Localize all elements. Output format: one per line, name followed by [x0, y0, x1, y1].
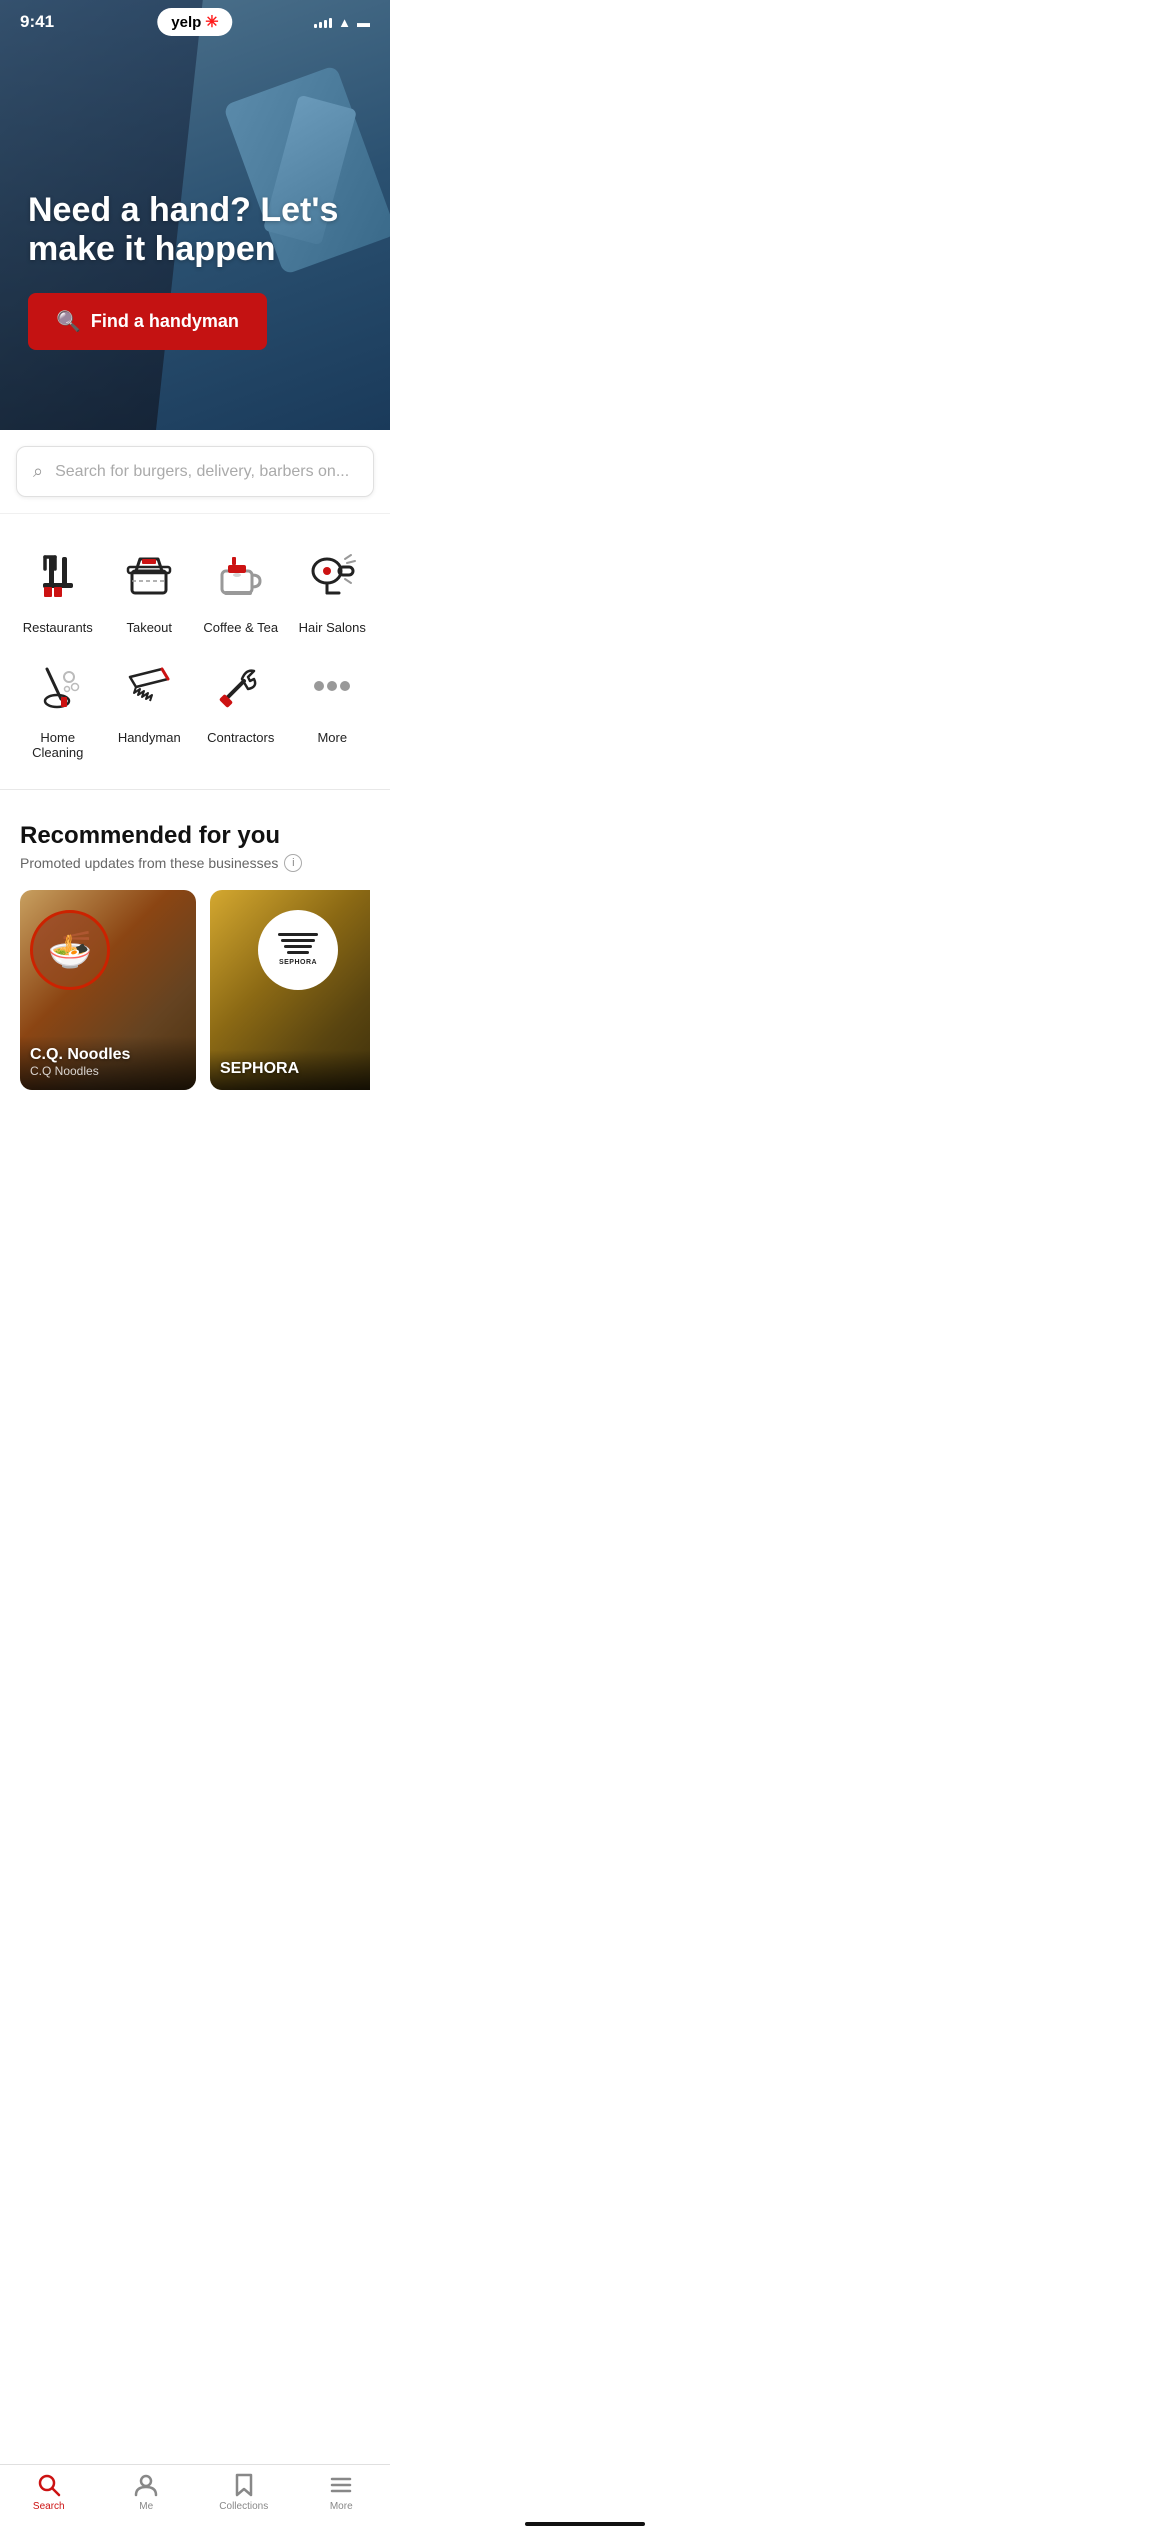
sephora-stripe-2 [281, 939, 315, 942]
nav-me-label: Me [139, 2501, 153, 2512]
hair-icon-wrap [298, 542, 366, 610]
sephora-logo-circle: SEPHORA [258, 910, 338, 990]
category-grid: Restaurants Takeout [16, 542, 374, 761]
search-container: ⌕ Search for burgers, delivery, barbers … [0, 430, 390, 514]
more-label: More [317, 730, 347, 746]
yelp-logo-wrap: yelp ✳ [157, 8, 232, 36]
sephora-logo-text: SEPHORA [279, 959, 317, 966]
sephora-stripe-4 [287, 951, 309, 954]
nav-collections-label: Collections [219, 2501, 268, 2512]
home-cleaning-label: Home Cleaning [16, 730, 100, 761]
recommended-subtitle: Promoted updates from these businesses i [20, 854, 370, 872]
nav-me[interactable]: Me [98, 2473, 196, 2512]
nav-search-label: Search [33, 2501, 65, 2512]
sephora-logo-wrap: SEPHORA [258, 910, 338, 990]
home-cleaning-icon [31, 659, 85, 713]
hero-title: Need a hand? Let's make it happen [28, 191, 362, 269]
search-nav-icon [37, 2473, 61, 2497]
nav-more-label: More [330, 2501, 353, 2512]
category-contractors[interactable]: Contractors [199, 652, 283, 761]
hair-salons-icon [305, 549, 359, 603]
status-icons: ▲ ▬ [314, 15, 370, 30]
nav-more[interactable]: More [293, 2473, 391, 2512]
takeout-icon [122, 549, 176, 603]
restaurants-label: Restaurants [23, 620, 93, 636]
category-coffee-tea[interactable]: Coffee & Tea [199, 542, 283, 636]
find-handyman-button[interactable]: 🔍 Find a handyman [28, 293, 267, 350]
yelp-logo: yelp ✳ [157, 8, 232, 36]
noodles-card-subtitle: C.Q Noodles [30, 1064, 186, 1078]
coffee-icon [214, 549, 268, 603]
home-indicator [525, 2522, 645, 2526]
category-hair-salons[interactable]: Hair Salons [291, 542, 375, 636]
hair-salons-label: Hair Salons [299, 620, 366, 636]
status-time: 9:41 [20, 12, 54, 32]
business-card-sephora[interactable]: SEPHORA SEPHORA [210, 890, 370, 1090]
search-placeholder-text: Search for burgers, delivery, barbers on… [55, 463, 349, 481]
coffee-icon-wrap [207, 542, 275, 610]
sephora-stripes [278, 933, 318, 954]
sephora-card-name: SEPHORA [220, 1060, 370, 1078]
sephora-stripe-1 [278, 933, 318, 936]
contractors-icon-wrap [207, 652, 275, 720]
person-nav-icon [134, 2473, 158, 2497]
recommended-title: Recommended for you [20, 822, 370, 850]
yelp-burst-icon: ✳ [205, 12, 218, 32]
menu-nav-icon [329, 2473, 353, 2497]
more-icon-wrap [298, 652, 366, 720]
category-home-cleaning[interactable]: Home Cleaning [16, 652, 100, 761]
recommended-subtitle-text: Promoted updates from these businesses [20, 855, 278, 871]
battery-icon: ▬ [357, 15, 370, 30]
business-card-noodles[interactable]: C.Q. Noodles C.Q Noodles [20, 890, 196, 1090]
hero-section: Need a hand? Let's make it happen 🔍 Find… [0, 0, 390, 430]
search-icon: 🔍 [56, 309, 81, 334]
find-handyman-label: Find a handyman [91, 311, 239, 332]
category-more[interactable]: More [291, 652, 375, 761]
noodles-card-overlay: C.Q. Noodles C.Q Noodles [20, 1036, 196, 1090]
handyman-label: Handyman [118, 730, 181, 746]
categories-section: Restaurants Takeout [0, 514, 390, 781]
status-bar: 9:41 yelp ✳ ▲ ▬ [0, 0, 390, 44]
noodles-card-name: C.Q. Noodles [30, 1046, 186, 1064]
search-icon: ⌕ [33, 461, 43, 482]
bookmark-nav-icon [232, 2473, 256, 2497]
contractors-label: Contractors [207, 730, 274, 746]
contractors-icon [214, 659, 268, 713]
takeout-label: Takeout [126, 620, 172, 636]
category-restaurants[interactable]: Restaurants [16, 542, 100, 636]
wifi-icon: ▲ [338, 15, 351, 30]
recommended-section: Recommended for you Promoted updates fro… [0, 798, 390, 1106]
nav-collections[interactable]: Collections [195, 2473, 293, 2512]
cleaning-icon-wrap [24, 652, 92, 720]
noodles-logo-circle [30, 910, 110, 990]
takeout-icon-wrap [115, 542, 183, 610]
nav-search[interactable]: Search [0, 2473, 98, 2512]
coffee-tea-label: Coffee & Tea [203, 620, 278, 636]
signal-icon [314, 16, 332, 28]
yelp-wordmark: yelp [171, 14, 201, 31]
hero-content: Need a hand? Let's make it happen 🔍 Find… [28, 191, 362, 350]
handyman-icon-wrap [115, 652, 183, 720]
section-divider [0, 789, 390, 790]
search-bar[interactable]: ⌕ Search for burgers, delivery, barbers … [16, 446, 374, 497]
bottom-navigation: Search Me Collections More [0, 2464, 390, 2532]
business-cards-row: C.Q. Noodles C.Q Noodles SEPHORA [20, 890, 370, 1090]
restaurants-icon [31, 549, 85, 603]
more-icon [305, 659, 359, 713]
category-handyman[interactable]: Handyman [108, 652, 192, 761]
category-takeout[interactable]: Takeout [108, 542, 192, 636]
sephora-card-overlay: SEPHORA [210, 1050, 370, 1090]
info-icon[interactable]: i [284, 854, 302, 872]
restaurants-icon-wrap [24, 542, 92, 610]
handyman-icon [122, 659, 176, 713]
sephora-stripe-3 [284, 945, 312, 948]
